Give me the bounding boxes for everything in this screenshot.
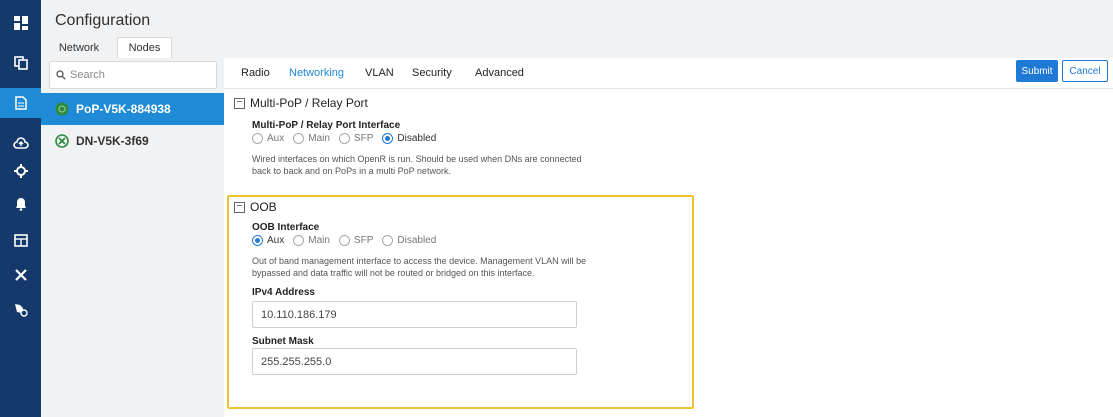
multipop-interface-radio-group: Aux Main SFP Disabled: [252, 133, 445, 144]
settings-badge-icon[interactable]: [0, 294, 41, 324]
search-input[interactable]: Search: [49, 61, 217, 89]
node-item-dn[interactable]: DN-V5K-3f69: [41, 125, 224, 157]
oob-interface-radio-group: Aux Main SFP Disabled: [252, 235, 445, 246]
node-item-pop[interactable]: PoP-V5K-884938: [41, 93, 224, 125]
oob-radio-sfp[interactable]: SFP: [338, 235, 373, 246]
multipop-interface-label: Multi-PoP / Relay Port Interface: [252, 120, 401, 131]
copy-icon[interactable]: [0, 48, 41, 78]
oob-radio-aux[interactable]: Aux: [252, 235, 284, 246]
search-placeholder: Search: [70, 69, 105, 81]
ipv4-address-input[interactable]: 10.110.186.179: [252, 301, 577, 328]
oob-section-title: OOB: [250, 200, 277, 214]
ipv4-address-label: IPv4 Address: [252, 287, 315, 298]
tab-vlan[interactable]: VLAN: [365, 67, 394, 79]
tab-security[interactable]: Security: [412, 67, 452, 79]
left-nav-rail: [0, 0, 41, 417]
collapse-toggle-icon[interactable]: −: [234, 98, 245, 109]
multipop-description: Wired interfaces on which OpenR is run. …: [252, 154, 582, 176]
config-panel: Radio Networking VLAN Security Advanced …: [224, 58, 1113, 417]
table-icon[interactable]: [0, 225, 41, 255]
submit-button[interactable]: Submit: [1016, 60, 1058, 82]
page-title: Configuration: [55, 12, 151, 29]
tools-icon[interactable]: [0, 260, 41, 290]
multipop-radio-aux[interactable]: Aux: [252, 133, 284, 144]
bell-icon[interactable]: [0, 189, 41, 219]
multipop-radio-main[interactable]: Main: [293, 133, 330, 144]
tab-divider: [224, 88, 1113, 89]
tab-networking[interactable]: Networking: [289, 67, 344, 79]
tab-nodes[interactable]: Nodes: [117, 37, 172, 58]
page-header: Configuration Network Nodes: [41, 0, 1113, 58]
crosshair-icon[interactable]: [0, 156, 41, 186]
collapse-toggle-icon[interactable]: −: [234, 202, 245, 213]
dn-node-icon: [55, 134, 69, 148]
multipop-section-title: Multi-PoP / Relay Port: [250, 96, 368, 110]
subnet-mask-label: Subnet Mask: [252, 336, 314, 347]
cancel-button[interactable]: Cancel: [1062, 60, 1108, 82]
pop-node-icon: [55, 102, 69, 116]
node-list-panel: Search PoP-V5K-884938 DN-V5K-3f69: [41, 58, 224, 417]
tab-radio[interactable]: Radio: [241, 67, 270, 79]
oob-interface-label: OOB Interface: [252, 222, 320, 233]
search-icon: [56, 70, 66, 80]
dashboard-icon[interactable]: [0, 8, 41, 38]
tab-network[interactable]: Network: [55, 37, 103, 58]
multipop-radio-disabled[interactable]: Disabled: [382, 133, 436, 144]
multipop-radio-sfp[interactable]: SFP: [338, 133, 373, 144]
oob-description: Out of band management interface to acce…: [252, 256, 587, 278]
node-name: PoP-V5K-884938: [76, 102, 171, 116]
tab-advanced[interactable]: Advanced: [475, 67, 524, 79]
subnet-mask-input[interactable]: 255.255.255.0: [252, 348, 577, 375]
node-name: DN-V5K-3f69: [76, 134, 149, 148]
oob-radio-main[interactable]: Main: [293, 235, 330, 246]
oob-radio-disabled[interactable]: Disabled: [382, 235, 436, 246]
cloud-upload-icon[interactable]: [0, 128, 41, 158]
document-icon[interactable]: [0, 88, 41, 118]
